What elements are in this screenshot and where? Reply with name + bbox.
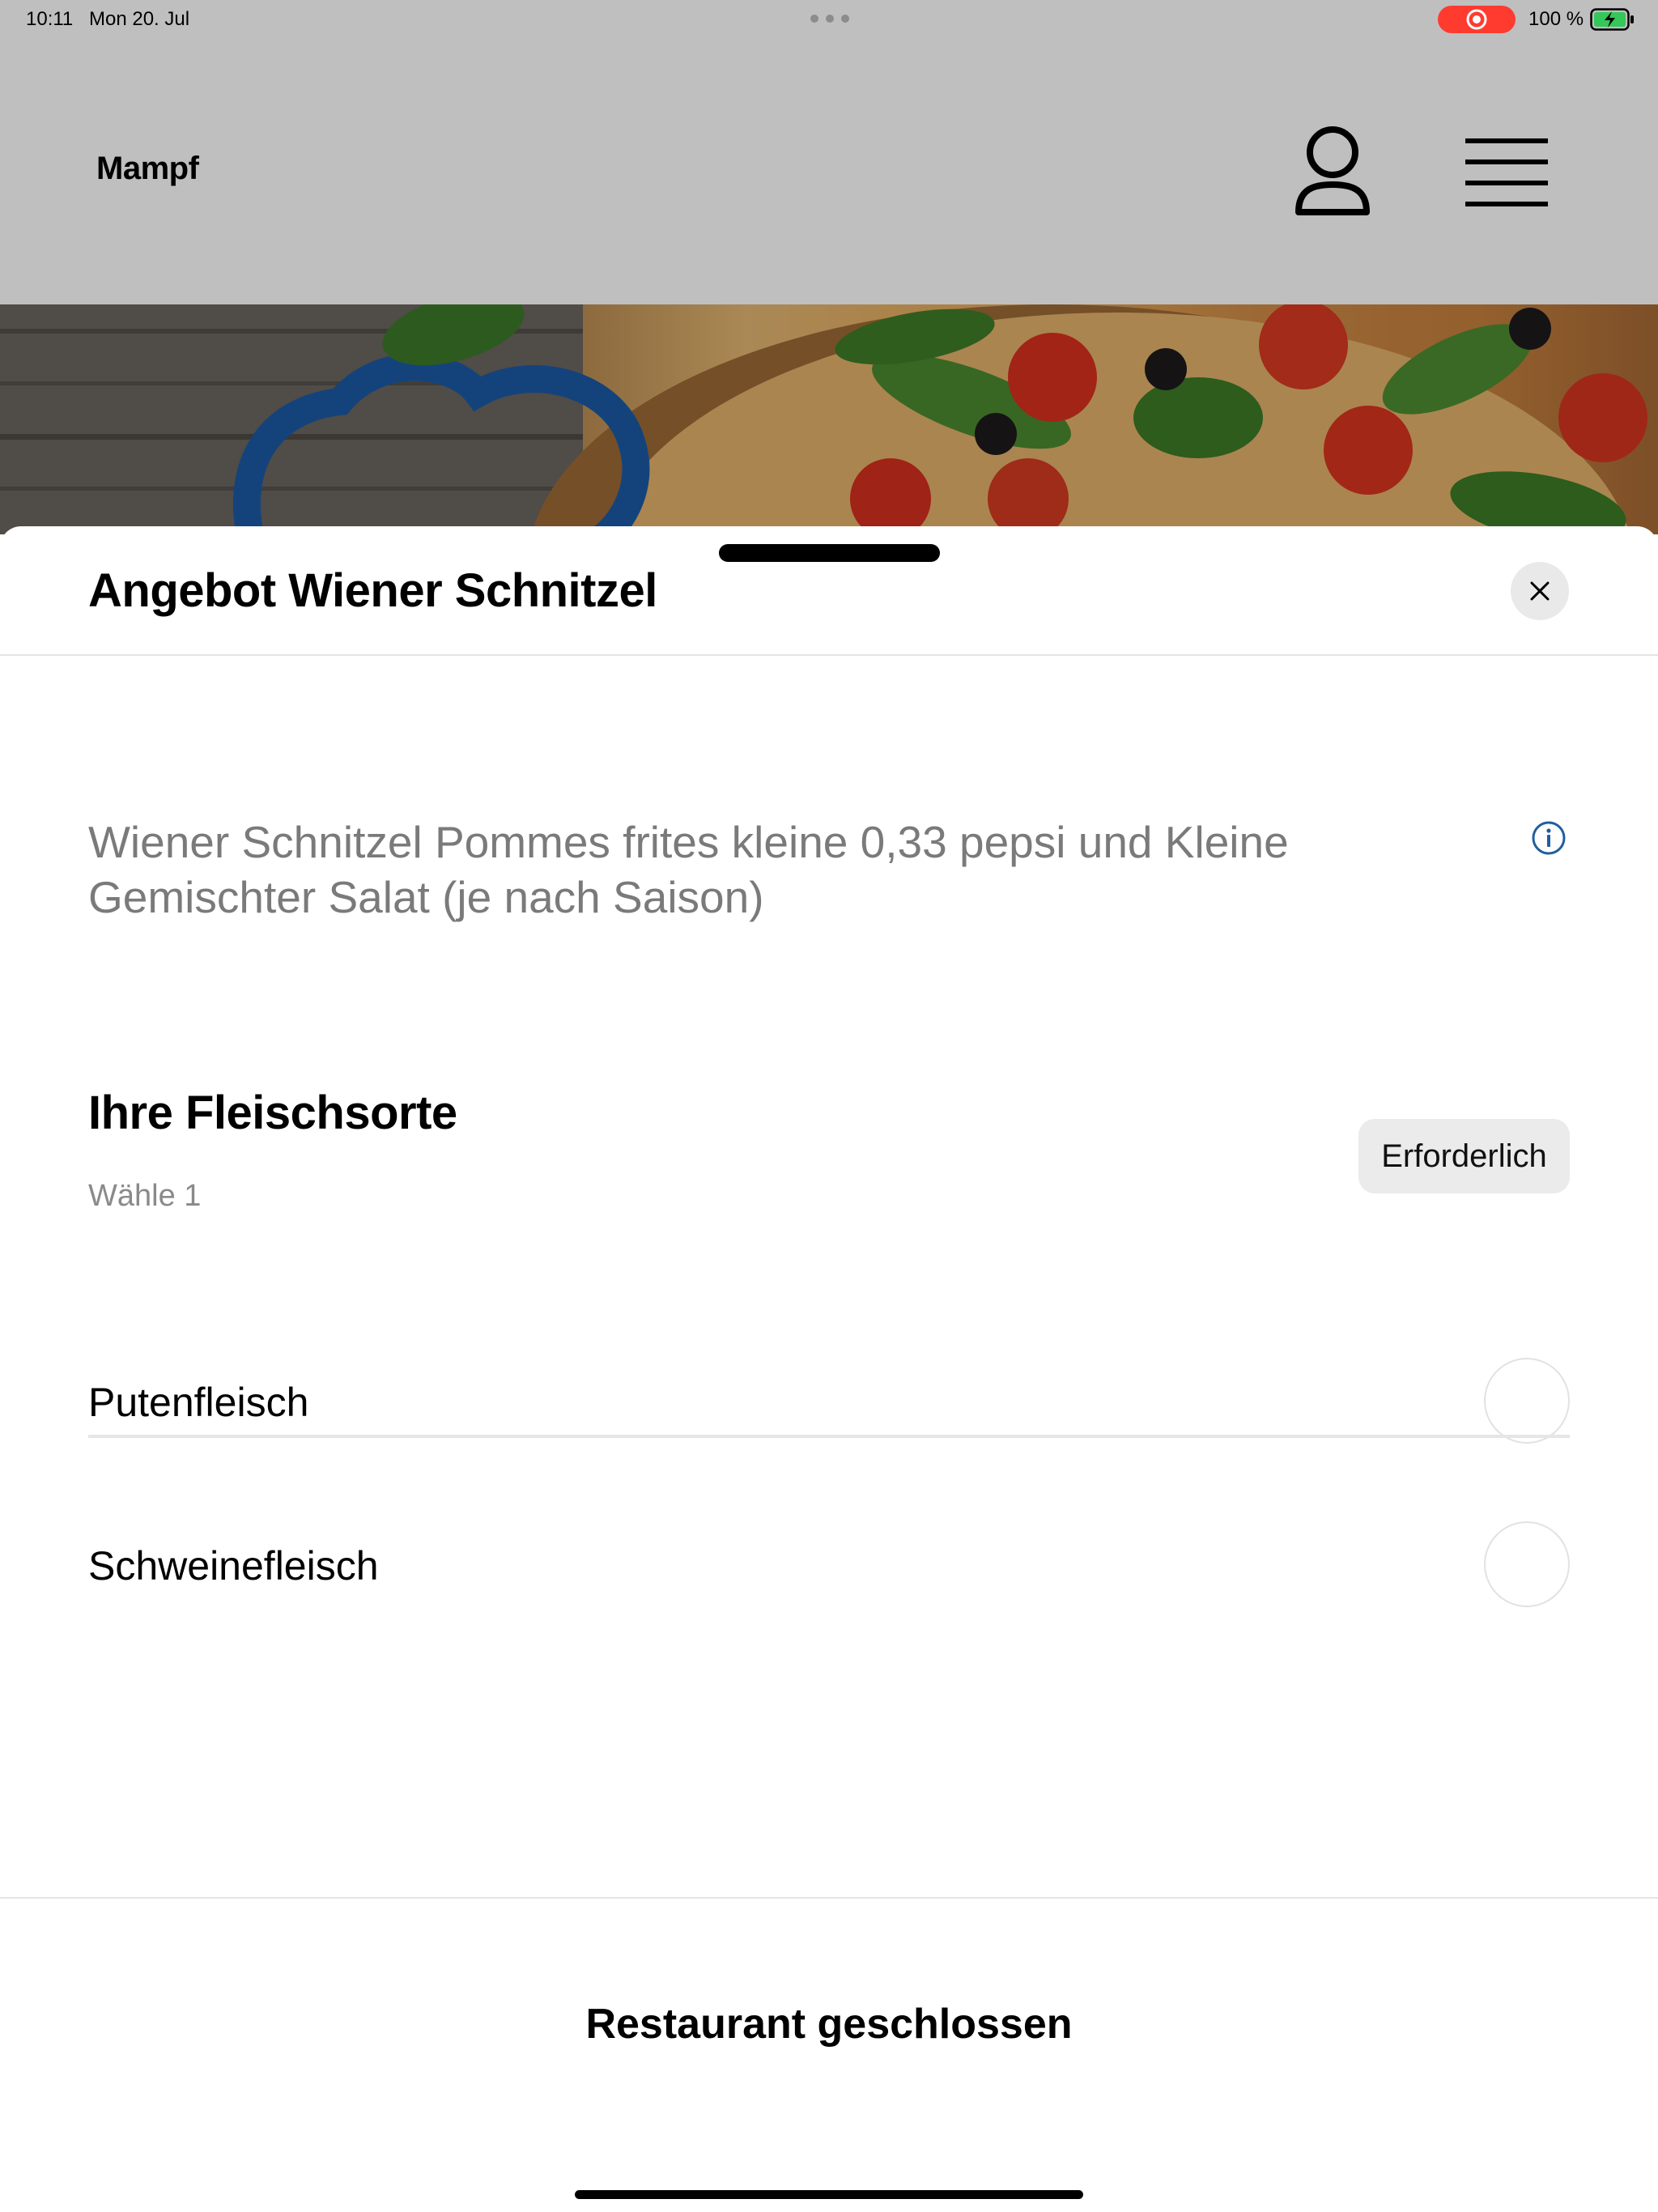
status-date: Mon 20. Jul [89, 8, 190, 30]
info-icon [1532, 821, 1566, 855]
status-bar: 10:11 Mon 20. Jul 100 % [0, 0, 1658, 39]
screen-recording-indicator[interactable] [1438, 6, 1516, 33]
background-app: Mampf [0, 0, 1658, 534]
product-detail-sheet: Angebot Wiener Schnitzel Wiener Schnitze… [0, 526, 1658, 2212]
info-button[interactable] [1531, 820, 1567, 856]
product-description: Wiener Schnitzel Pommes frites kleine 0,… [88, 817, 1289, 922]
dim-overlay[interactable] [0, 0, 1658, 534]
radio-button[interactable] [1484, 1358, 1570, 1444]
option-group-title: Ihre Fleischsorte [88, 1087, 457, 1139]
restaurant-status: Restaurant geschlossen [585, 2001, 1073, 2048]
close-icon [1530, 581, 1550, 601]
multitasking-dots-icon[interactable] [810, 15, 850, 23]
option-label: Schweinefleisch [88, 1543, 379, 1589]
option-divider [88, 1435, 1570, 1438]
footer-divider [0, 1897, 1658, 1899]
radio-button[interactable] [1484, 1521, 1570, 1607]
home-indicator[interactable] [575, 2190, 1083, 2199]
option-schweinefleisch[interactable]: Schweinefleisch [88, 1517, 1570, 1614]
close-button[interactable] [1511, 562, 1569, 620]
battery-percentage: 100 % [1528, 8, 1584, 30]
required-badge: Erforderlich [1358, 1119, 1570, 1193]
option-group-subtitle: Wähle 1 [88, 1179, 202, 1213]
sheet-title: Angebot Wiener Schnitzel [88, 564, 657, 617]
title-divider [0, 654, 1658, 656]
status-time: 10:11 [26, 8, 74, 30]
battery-charging-icon [1590, 8, 1634, 31]
option-label: Putenfleisch [88, 1380, 309, 1425]
record-icon [1466, 9, 1487, 30]
sheet-grabber[interactable] [719, 544, 940, 562]
